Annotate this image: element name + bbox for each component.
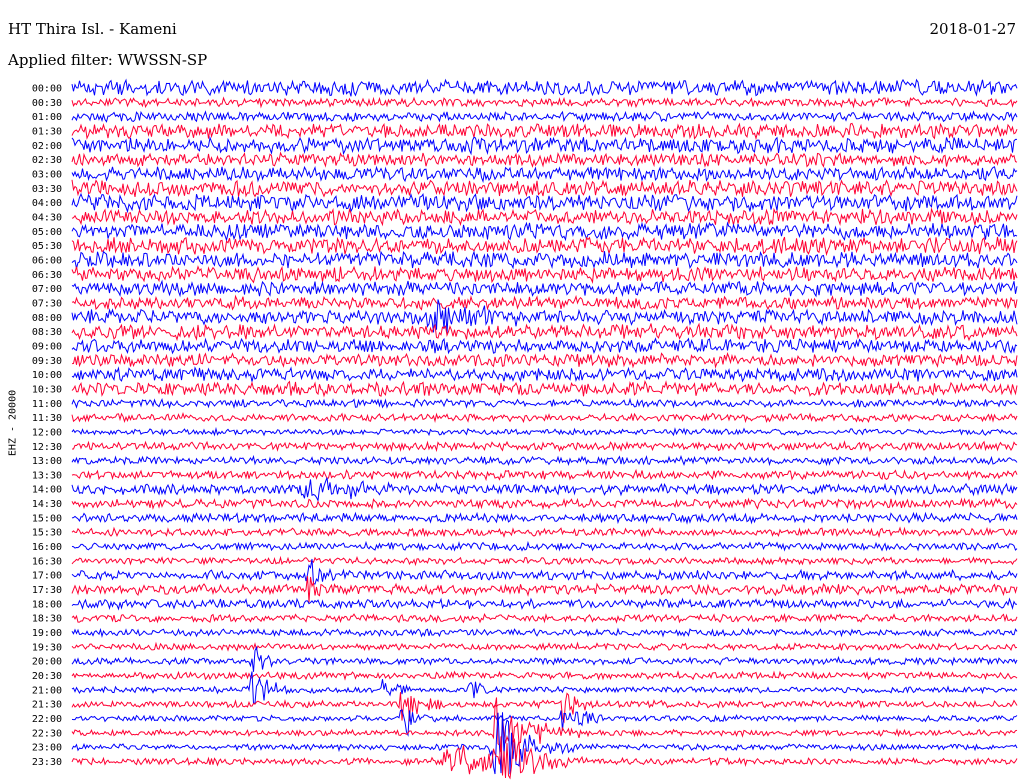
trace-row	[71, 641, 1018, 652]
trace-row	[71, 379, 1018, 398]
trace-row	[71, 511, 1018, 525]
time-tick-label: 03:30	[32, 184, 62, 195]
time-tick-label: 07:00	[32, 284, 62, 295]
time-tick-label: 22:00	[32, 714, 62, 725]
time-tick-label: 11:00	[32, 399, 62, 410]
time-tick-label: 18:30	[32, 614, 62, 625]
time-tick-label: 16:00	[32, 542, 62, 553]
trace-row	[71, 671, 1018, 704]
time-tick-label: 01:00	[32, 112, 62, 123]
time-tick-label: 20:30	[32, 671, 62, 682]
trace-row	[71, 397, 1018, 410]
trace-row	[71, 322, 1018, 342]
time-tick-label: 12:00	[32, 427, 62, 438]
trace-row	[71, 122, 1018, 141]
trace-row	[71, 192, 1018, 214]
time-tick-label: 11:30	[32, 413, 62, 424]
time-tick-label: 02:30	[32, 155, 62, 166]
trace-row	[71, 135, 1017, 156]
time-tick-label: 14:00	[32, 485, 62, 496]
time-tick-label: 05:00	[32, 227, 62, 238]
trace-row	[71, 279, 1018, 298]
trace-row	[71, 555, 1018, 567]
time-tick-label: 17:00	[32, 571, 62, 582]
trace-row	[71, 207, 1018, 227]
trace-row	[71, 412, 1018, 424]
time-tick-label: 19:00	[32, 628, 62, 639]
trace-row	[71, 477, 1018, 503]
time-tick-label: 21:30	[32, 700, 62, 711]
time-tick-label: 09:30	[32, 356, 62, 367]
time-tick-label: 23:00	[32, 743, 62, 754]
time-tick-label: 20:00	[32, 657, 62, 668]
trace-row	[71, 736, 1018, 780]
time-tick-label: 13:30	[32, 470, 62, 481]
time-tick-label: 15:30	[32, 528, 62, 539]
time-tick-label: 23:30	[32, 757, 62, 768]
trace-row	[71, 468, 1018, 482]
trace-row	[71, 597, 1018, 611]
time-tick-label: 00:00	[32, 84, 62, 95]
time-tick-label: 19:30	[32, 642, 62, 653]
trace-row	[71, 426, 1018, 437]
trace-row	[71, 454, 1018, 467]
time-tick-label: 12:30	[32, 442, 62, 453]
time-tick-label: 18:00	[32, 599, 62, 610]
trace-row	[71, 294, 1018, 311]
trace-row	[71, 497, 1018, 511]
trace-row	[71, 78, 1018, 97]
trace-row	[71, 250, 1018, 270]
trace-row	[71, 526, 1018, 539]
time-tick-label: 21:00	[32, 685, 62, 696]
trace-row	[71, 110, 1018, 123]
trace-row	[71, 712, 1018, 775]
time-tick-label: 10:30	[32, 384, 62, 395]
trace-row	[71, 627, 1018, 639]
time-tick-labels: 00:00 00:30 01:00 01:30 02:00 02:30 03:00 03:30…	[32, 84, 62, 769]
trace-row	[71, 337, 1018, 355]
time-tick-label: 02:00	[32, 141, 62, 152]
trace-row	[71, 151, 1018, 168]
time-tick-label: 08:30	[32, 327, 62, 338]
trace-row	[71, 576, 1018, 603]
trace-row	[71, 670, 1018, 681]
time-tick-label: 01:30	[32, 126, 62, 137]
trace-row	[71, 265, 1018, 285]
trace-row	[71, 558, 1018, 585]
trace-row	[71, 351, 1018, 369]
time-tick-label: 04:00	[32, 198, 62, 209]
time-tick-label: 09:00	[32, 341, 62, 352]
time-tick-label: 07:30	[32, 298, 62, 309]
time-tick-label: 22:30	[32, 728, 62, 739]
time-tick-label: 05:30	[32, 241, 62, 252]
trace-row	[71, 221, 1018, 242]
trace-row	[71, 299, 1018, 334]
time-tick-label: 06:30	[32, 270, 62, 281]
trace-row	[71, 366, 1018, 383]
time-tick-label: 13:00	[32, 456, 62, 467]
trace-row	[71, 165, 1018, 184]
time-tick-label: 16:30	[32, 556, 62, 567]
trace-row	[71, 612, 1018, 624]
trace-row	[71, 236, 1018, 257]
time-tick-label: 06:00	[32, 255, 62, 266]
time-tick-label: 10:00	[32, 370, 62, 381]
trace-row	[71, 96, 1018, 109]
trace-row	[71, 179, 1018, 198]
trace-row	[71, 540, 1018, 552]
time-tick-label: 17:30	[32, 585, 62, 596]
time-tick-label: 15:00	[32, 513, 62, 524]
helicorder-plot: 00:00 00:30 01:00 01:30 02:00 02:30 03:00 03:30…	[32, 78, 1018, 780]
time-tick-label: 03:00	[32, 169, 62, 180]
time-tick-label: 14:30	[32, 499, 62, 510]
time-tick-label: 00:30	[32, 98, 62, 109]
trace-row	[72, 440, 1018, 453]
seismic-traces	[71, 78, 1018, 780]
time-tick-label: 08:00	[32, 313, 62, 324]
time-tick-label: 04:30	[32, 212, 62, 223]
trace-row	[71, 645, 1018, 672]
